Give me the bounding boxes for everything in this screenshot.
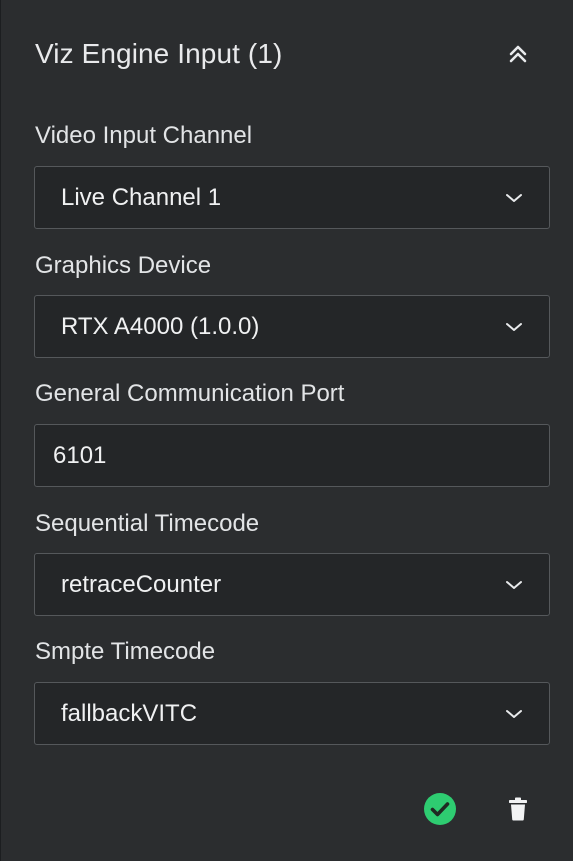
confirm-button[interactable] [421,790,459,828]
smpte-timecode-label: Smpte Timecode [35,638,216,665]
graphics-device-select[interactable]: RTX A4000 (1.0.0) [34,295,550,358]
check-circle-icon [424,793,456,825]
sequential-timecode-select[interactable]: retraceCounter [34,553,550,616]
video-input-channel-select[interactable]: Live Channel 1 [34,166,550,229]
panel-actions [421,790,537,828]
video-input-channel-value: Live Channel 1 [61,183,222,211]
delete-button[interactable] [499,790,537,828]
chevron-down-icon [503,316,525,338]
smpte-timecode-select[interactable]: fallbackVITC [34,682,550,745]
double-chevron-up-icon [509,45,527,63]
sequential-timecode-label: Sequential Timecode [35,510,260,537]
graphics-device-value: RTX A4000 (1.0.0) [61,312,260,340]
viz-engine-input-panel: Viz Engine Input (1) Video Input Channel… [0,0,573,861]
general-communication-port-value: 6101 [53,441,107,469]
panel-title: Viz Engine Input (1) [35,38,283,69]
trash-icon [509,797,527,821]
chevron-down-icon [503,703,525,725]
smpte-timecode-value: fallbackVITC [61,699,198,727]
general-communication-port-input[interactable]: 6101 [34,424,550,487]
graphics-device-label: Graphics Device [35,252,212,279]
video-input-channel-label: Video Input Channel [35,122,253,149]
chevron-down-icon [503,574,525,596]
panel-header: Viz Engine Input (1) [35,34,535,74]
sequential-timecode-value: retraceCounter [61,570,222,598]
collapse-button[interactable] [501,37,535,71]
general-communication-port-label: General Communication Port [35,380,345,407]
chevron-down-icon [503,187,525,209]
